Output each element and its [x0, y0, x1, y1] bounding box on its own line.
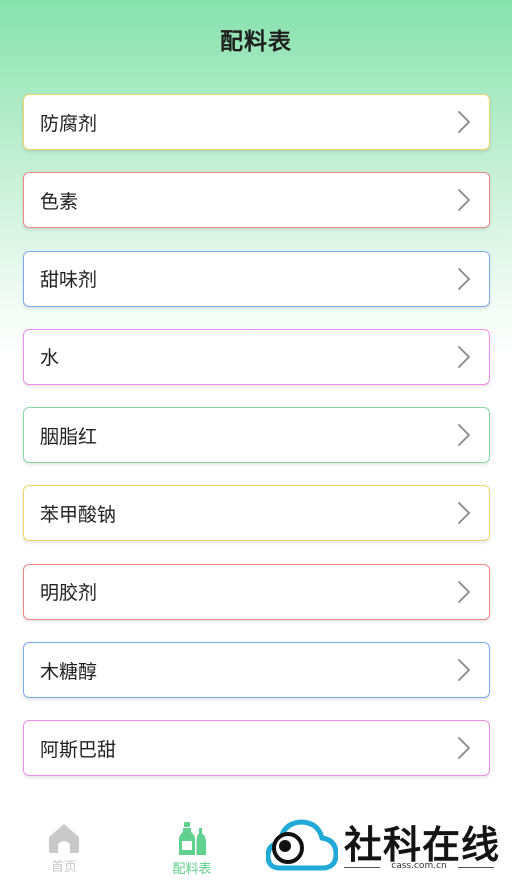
list-item-label: 明胶剂 [40, 582, 98, 605]
list-item[interactable]: 木糖醇 [23, 642, 490, 699]
list-item[interactable]: 防腐剂 [23, 94, 490, 150]
chevron-right-icon [458, 502, 470, 525]
list-item[interactable]: 甜味剂 [23, 250, 490, 307]
list-item[interactable]: 色素 [23, 172, 490, 229]
chevron-right-icon [458, 580, 470, 603]
list-item[interactable]: 阿斯巴甜 [23, 720, 490, 777]
watermark-divider-right [458, 867, 494, 868]
list-item[interactable]: 胭脂红 [23, 407, 490, 464]
list-item-label: 阿斯巴甜 [40, 738, 117, 761]
bottles-icon [179, 822, 206, 855]
cloud-eye-icon [266, 819, 338, 871]
page-title: 配料表 [220, 29, 292, 55]
tab-home-label: 首页 [50, 860, 77, 875]
tab-ingredients-label: 配料表 [172, 862, 212, 877]
list-item-label: 色素 [40, 190, 79, 213]
tab-home[interactable]: 首页 [24, 822, 104, 875]
list-item-label: 木糖醇 [40, 660, 98, 683]
watermark-logo: 社科在线 cass.com.cn [266, 814, 506, 880]
chevron-right-icon [458, 737, 470, 760]
chevron-right-icon [458, 659, 470, 681]
list-item[interactable]: 水 [23, 328, 490, 385]
chevron-right-icon [458, 189, 470, 212]
home-icon [49, 824, 79, 853]
list-item-label: 胭脂红 [40, 425, 98, 448]
chevron-right-icon [458, 111, 470, 133]
list-item-label: 水 [40, 347, 60, 370]
ingredient-list: 防腐剂色素甜味剂水胭脂红苯甲酸钠明胶剂木糖醇阿斯巴甜 [23, 94, 490, 799]
watermark-url: cass.com.cn [391, 861, 447, 871]
chevron-right-icon [458, 424, 470, 447]
list-item-label: 甜味剂 [40, 269, 98, 292]
list-item[interactable]: 明胶剂 [23, 563, 490, 620]
tab-ingredients[interactable]: 配料表 [152, 822, 232, 877]
list-item-label: 防腐剂 [40, 112, 98, 135]
chevron-right-icon [458, 267, 470, 290]
chevron-right-icon [458, 345, 470, 368]
list-item[interactable]: 苯甲酸钠 [23, 485, 490, 542]
list-item-label: 苯甲酸钠 [40, 503, 117, 526]
